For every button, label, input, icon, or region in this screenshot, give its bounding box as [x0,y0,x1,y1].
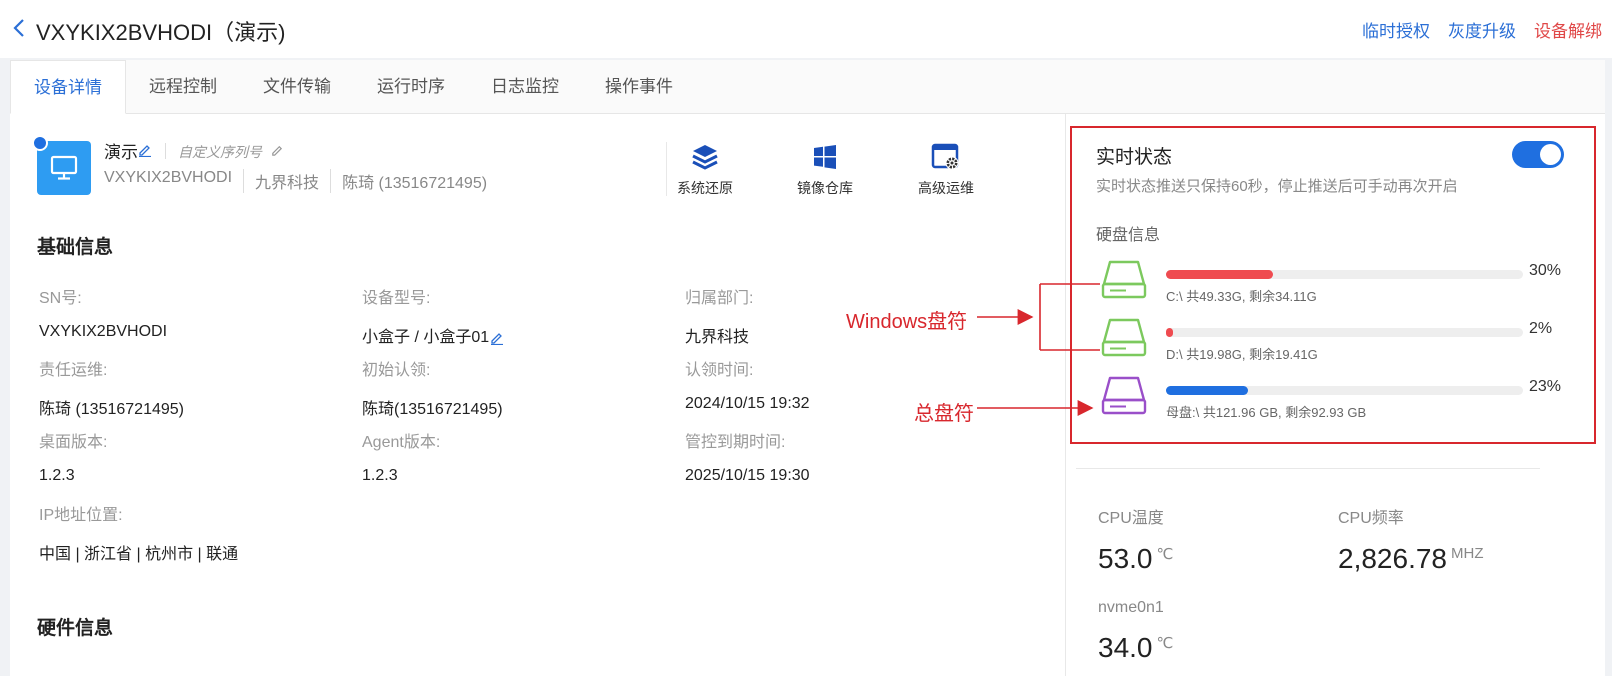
hard-drive-icon [1101,260,1147,299]
hard-drive-icon [1101,376,1147,415]
disk-usage-fill [1166,328,1174,337]
total-drive-annotation: 总盘符 [914,403,974,425]
tab-file-transfer[interactable]: 文件传输 [240,60,354,113]
field-ip-location: IP地址位置: 中国 | 浙江省 | 杭州市 | 联通 [39,507,239,563]
settings-window-icon [931,143,959,170]
device-sn: VXYKIX2BVHODI [104,169,233,186]
disk-usage-text: D:\ 共19.98G, 剩余19.41G [1166,347,1318,362]
toggle-knob [1540,144,1561,165]
tab-operation-events[interactable]: 操作事件 [582,60,696,113]
image-repo-button[interactable]: 镜像仓库 [775,142,875,198]
cpu-temp-value: 53.0 [1098,543,1153,574]
field-ops-owner: 责任运维: 陈琦 (13516721495) [39,362,184,418]
edit-serial-icon[interactable] [270,143,284,157]
windows-icon [814,145,836,169]
gray-upgrade-link[interactable]: 灰度升级 [1448,17,1516,42]
disk-usage-fill [1166,386,1249,395]
disk-usage-bar [1166,328,1523,337]
device-owner: 陈琦 (13516721495) [330,169,498,193]
disk-usage-percent: 30% [1529,262,1562,279]
disk-usage-percent: 23% [1529,378,1562,395]
realtime-desc: 实时状态推送只保持60秒，停止推送后可手动再次开启 [1096,178,1458,195]
nvme-temp-metric: nvme0n1 34.0 ℃ [1098,599,1174,663]
tab-remote-control[interactable]: 远程控制 [126,60,240,113]
cpu-temp-unit: ℃ [1156,546,1174,563]
unbind-device-link[interactable]: 设备解绑 [1534,17,1602,42]
tab-bar: 设备详情 远程控制 文件传输 运行时序 日志监控 操作事件 [10,60,1605,114]
online-status-dot [32,135,48,151]
custom-serial-label[interactable]: 自定义序列号 [178,142,262,162]
tab-device-detail[interactable]: 设备详情 [10,60,126,114]
disk-usage-bar [1166,270,1523,279]
cpu-temp-metric: CPU温度 53.0 ℃ [1098,510,1174,574]
edit-model-icon[interactable] [489,330,504,346]
windows-drive-annotation: Windows盘符 [846,311,968,333]
hard-drive-icon [1101,318,1147,357]
field-model: 设备型号: 小盒子 / 小盒子01 [362,284,682,347]
cpu-freq-unit: MHZ [1451,545,1484,562]
cpu-freq-value: 2,826.78 [1338,543,1447,574]
field-initial-claim: 初始认领: 陈琦(13516721495) [362,362,503,418]
basic-info-title: 基础信息 [37,237,114,258]
hardware-info-title: 硬件信息 [37,618,114,639]
realtime-status-box: 实时状态 实时状态推送只保持60秒，停止推送后可手动再次开启 硬盘信息 30% … [1070,126,1596,444]
nvme-temp-unit: ℃ [1156,635,1174,652]
disk-usage-text: C:\ 共49.33G, 剩余34.11G [1166,289,1317,304]
layers-icon [692,145,718,170]
device-name: 演示 [104,143,138,162]
device-company: 九界科技 [243,169,330,193]
back-arrow-icon[interactable] [10,17,30,39]
disk-usage-percent: 2% [1529,320,1553,337]
disk-info-title: 硬盘信息 [1096,227,1161,244]
system-restore-button[interactable]: 系统还原 [655,142,755,198]
separator [165,143,166,159]
disk-row: 2% D:\ 共19.98G, 剩余19.41G [1096,316,1566,366]
main-panel: 演示 自定义序列号 VXYKIX2BVHODI 九界科技 陈琦 (1351672… [10,114,1605,676]
disk-row: 23% 母盘:\ 共121.96 GB, 剩余92.93 GB [1096,374,1566,424]
field-desktop-version: 桌面版本: 1.2.3 [39,434,108,484]
disk-row: 30% C:\ 共49.33G, 剩余34.11G [1096,258,1566,308]
top-bar: VXYKIX2BVHODI（演示) 临时授权 灰度升级 设备解绑 [0,0,1612,58]
realtime-title: 实时状态 [1096,147,1173,168]
tab-runtime-timeline[interactable]: 运行时序 [354,60,468,113]
field-sn: SN号: VXYKIX2BVHODI [39,290,168,340]
field-agent-version: Agent版本: 1.2.3 [362,434,441,484]
header-actions: 临时授权 灰度升级 设备解绑 [1362,17,1602,42]
panel-divider [1065,114,1066,676]
disk-usage-text: 母盘:\ 共121.96 GB, 剩余92.93 GB [1166,405,1367,420]
advanced-ops-button[interactable]: 高级运维 [896,142,996,198]
temp-auth-link[interactable]: 临时授权 [1362,17,1430,42]
disk-usage-bar [1166,386,1523,395]
tab-log-monitor[interactable]: 日志监控 [468,60,582,113]
model-value: 小盒子 / 小盒子01 [362,329,490,346]
cpu-freq-metric: CPU频率 2,826.78 MHZ [1338,510,1484,574]
device-meta: VXYKIX2BVHODI 九界科技 陈琦 (13516721495) [104,169,498,193]
page-title: VXYKIX2BVHODI（演示) [36,20,286,45]
disk-usage-fill [1166,270,1274,279]
separator [1076,468,1540,469]
edit-name-icon[interactable] [137,142,152,157]
nvme-temp-value: 34.0 [1098,632,1153,663]
field-control-expiry: 管控到期时间: 2025/10/15 19:30 [685,434,810,484]
realtime-toggle[interactable] [1512,141,1564,168]
